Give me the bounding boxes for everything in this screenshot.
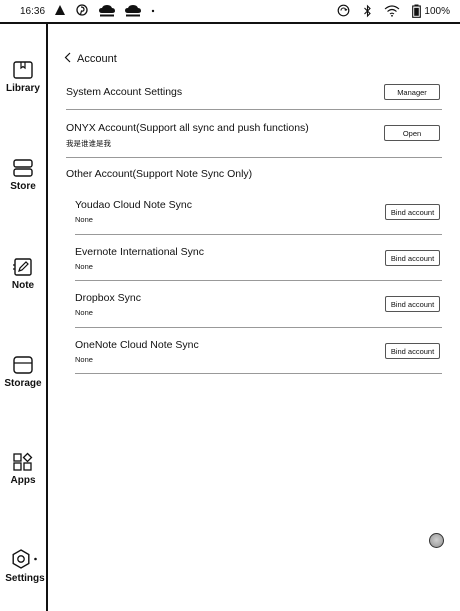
- divider: [66, 157, 442, 158]
- sidebar-item-label: Store: [10, 181, 36, 192]
- divider: [66, 109, 442, 110]
- battery-level: 100%: [424, 5, 450, 17]
- system-tray: 100%: [337, 4, 450, 18]
- sidebar-item-note[interactable]: Note: [0, 257, 46, 291]
- cloud-upload-icon: [98, 4, 116, 18]
- library-icon: [12, 60, 34, 80]
- status-bar: 16:36 100%: [0, 0, 460, 24]
- bluetooth-icon: [363, 4, 372, 18]
- divider: [75, 327, 442, 328]
- wifi-icon: [384, 4, 400, 18]
- back-button[interactable]: Account: [64, 52, 117, 66]
- sidebar-item-label: Library: [6, 83, 40, 94]
- youdao-bind-button[interactable]: Bind account: [385, 204, 440, 220]
- sidebar-item-apps[interactable]: Apps: [0, 452, 46, 486]
- divider: [75, 280, 442, 281]
- account-settings-panel: Account System Account Settings Manager …: [48, 24, 460, 611]
- sidebar-item-label: Settings: [5, 573, 45, 584]
- dropbox-bind-button[interactable]: Bind account: [385, 296, 440, 312]
- divider: [75, 234, 442, 235]
- sidebar-item-storage[interactable]: Storage: [0, 355, 46, 389]
- open-button[interactable]: Open: [384, 125, 440, 141]
- chevron-left-icon: [64, 52, 71, 66]
- apps-icon: [12, 452, 34, 472]
- cloud-upload-icon: [124, 4, 142, 18]
- storage-icon: [12, 355, 34, 375]
- onenote-bind-button[interactable]: Bind account: [385, 343, 440, 359]
- note-icon: [12, 257, 34, 277]
- other-account-label: Other Account(Support Note Sync Only): [66, 168, 253, 180]
- floating-assist-button[interactable]: [429, 533, 444, 548]
- status-time: 16:36: [20, 6, 46, 17]
- divider: [75, 373, 442, 374]
- dot-icon: [150, 4, 156, 18]
- sidebar-item-label: Note: [11, 280, 35, 291]
- sidebar: Library Store Note Storage Apps Settings: [0, 24, 48, 611]
- battery-icon: [412, 4, 422, 18]
- settings-icon: [10, 548, 32, 570]
- alert-icon: [54, 4, 68, 18]
- sidebar-item-label: Storage: [4, 378, 42, 389]
- settings-icon-wrap: [10, 548, 37, 570]
- evernote-bind-button[interactable]: Bind account: [385, 250, 440, 266]
- selected-indicator-icon: [33, 556, 37, 562]
- other-account-row: Other Account(Support Note Sync Only): [66, 168, 442, 180]
- sidebar-item-library[interactable]: Library: [0, 60, 46, 94]
- sidebar-item-label: Apps: [10, 475, 36, 486]
- sync-icon: [337, 4, 351, 18]
- sidebar-item-settings[interactable]: Settings: [0, 548, 46, 584]
- pinterest-icon: [76, 4, 90, 18]
- manager-button[interactable]: Manager: [384, 84, 440, 100]
- sidebar-item-store[interactable]: Store: [0, 158, 46, 192]
- notification-icons: [54, 4, 156, 18]
- store-icon: [12, 158, 34, 178]
- battery-indicator: 100%: [412, 4, 450, 18]
- page-title: Account: [77, 53, 117, 65]
